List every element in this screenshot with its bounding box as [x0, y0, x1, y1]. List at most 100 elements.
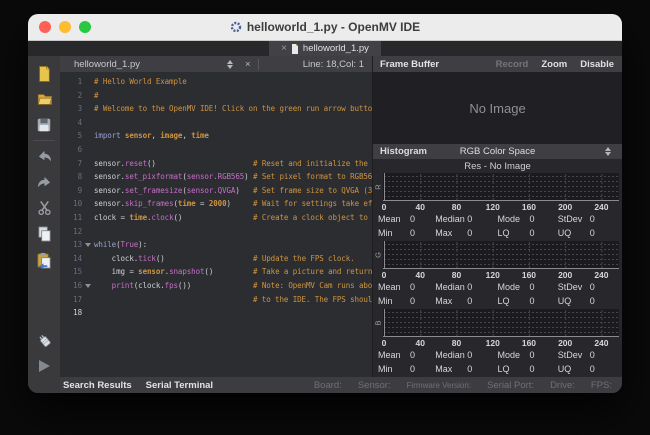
histogram-plot-R: R: [373, 173, 622, 202]
status-tab-search-results[interactable]: Search Results: [63, 380, 132, 391]
fold-gutter: [82, 265, 94, 279]
stat-mode: Mode0: [498, 214, 558, 224]
tab-helloworld[interactable]: × helloworld_1.py: [269, 41, 381, 56]
status-tab-serial-terminal[interactable]: Serial Terminal: [146, 380, 213, 391]
status-bar: Search Results Serial Terminal Board:Sens…: [60, 377, 622, 393]
color-space-updown-icon[interactable]: [605, 147, 617, 156]
code-line[interactable]: 4: [60, 116, 372, 130]
fold-gutter: [82, 225, 94, 239]
code-line[interactable]: 5import sensor, image, time: [60, 129, 372, 143]
code-lines[interactable]: 1# Hello World Example2#3# Welcome to th…: [60, 72, 372, 377]
line-number: 17: [60, 293, 82, 307]
code-text: # Welcome to the OpenMV IDE! Click on th…: [94, 102, 372, 116]
code-line[interactable]: 16 print(clock.fps()) # Note: OpenMV Cam…: [60, 279, 372, 293]
stat-mode: Mode0: [498, 350, 558, 360]
code-line[interactable]: 6: [60, 143, 372, 157]
code-line[interactable]: 14 clock.tick() # Update the FPS clock.: [60, 252, 372, 266]
frame-buffer-title: Frame Buffer: [373, 59, 439, 70]
histogram-channel-B: B04080120160200240Mean0Median0Mode0StDev…: [373, 309, 622, 377]
stats-row-1: Mean0Median0Mode0StDev0: [373, 348, 622, 362]
fold-gutter: [82, 197, 94, 211]
fold-chevron-icon[interactable]: [82, 238, 94, 252]
cut-button[interactable]: [31, 195, 57, 221]
stat-mean: Mean0: [378, 350, 435, 360]
code-line[interactable]: 10sensor.skip_frames(time = 2000) # Wait…: [60, 197, 372, 211]
code-text: [94, 116, 372, 130]
fold-gutter: [82, 157, 94, 171]
zoom-window-button[interactable]: [79, 21, 91, 33]
code-line[interactable]: 13while(True):: [60, 238, 372, 252]
line-number: 16: [60, 279, 82, 293]
openmv-logo-icon: [230, 21, 242, 33]
line-number: 11: [60, 211, 82, 225]
code-line[interactable]: 18: [60, 306, 372, 320]
code-text: [94, 143, 372, 157]
histogram-channel-R: R04080120160200240Mean0Median0Mode0StDev…: [373, 173, 622, 241]
stat-lq: LQ0: [498, 228, 558, 238]
code-text: # to the IDE. The FPS should increase on…: [94, 293, 372, 307]
code-text: import sensor, image, time: [94, 129, 372, 143]
status-field-board: Board:: [314, 380, 342, 391]
code-text: clock.tick() # Update the FPS clock.: [94, 252, 372, 266]
new-file-button[interactable]: [31, 60, 57, 86]
traffic-lights: [39, 21, 91, 33]
fold-chevron-icon[interactable]: [82, 279, 94, 293]
fold-gutter: [82, 306, 94, 320]
title-bar: helloworld_1.py - OpenMV IDE: [28, 14, 622, 41]
stat-max: Max0: [435, 228, 497, 238]
line-number: 12: [60, 225, 82, 239]
save-file-button[interactable]: [31, 112, 57, 138]
code-line[interactable]: 8sensor.set_pixformat(sensor.RGB565) # S…: [60, 170, 372, 184]
code-line[interactable]: 12: [60, 225, 372, 239]
code-line[interactable]: 3# Welcome to the OpenMV IDE! Click on t…: [60, 102, 372, 116]
connect-button[interactable]: [31, 327, 57, 353]
code-line[interactable]: 15 img = sensor.snapshot() # Take a pict…: [60, 265, 372, 279]
editor-close-icon[interactable]: ×: [238, 59, 259, 70]
line-number: 10: [60, 197, 82, 211]
fold-gutter: [82, 252, 94, 266]
code-line[interactable]: 11 clock = time.clock() # Create a clock …: [60, 211, 372, 225]
status-field-fps: FPS:: [591, 380, 612, 391]
new-file-icon: [36, 65, 52, 82]
tab-label: helloworld_1.py: [303, 43, 369, 54]
code-line[interactable]: 1# Hello World Example: [60, 75, 372, 89]
code-line[interactable]: 7sensor.reset() # Reset and initialize t…: [60, 157, 372, 171]
editor-header: helloworld_1.py × Line: 18,Col: 1: [60, 56, 372, 72]
tab-close-icon[interactable]: ×: [281, 43, 287, 54]
fold-gutter: [82, 211, 94, 225]
disable-button[interactable]: Disable: [580, 59, 614, 70]
line-number: 7: [60, 157, 82, 171]
stat-mean: Mean0: [378, 282, 435, 292]
stat-lq: LQ0: [498, 364, 558, 374]
redo-button[interactable]: [31, 169, 57, 195]
status-fields: Board:Sensor:Firmware Version:Serial Por…: [314, 380, 622, 391]
code-line[interactable]: 17 # to the IDE. The FPS should increase…: [60, 293, 372, 307]
fold-gutter: [82, 129, 94, 143]
fold-gutter: [82, 75, 94, 89]
stat-mode: Mode0: [498, 282, 558, 292]
no-image-placeholder: No Image: [469, 101, 525, 116]
histogram-plot-B: B: [373, 309, 622, 338]
frame-buffer-panel: Frame Buffer RecordZoomDisable No Image …: [373, 56, 622, 377]
zoom-button[interactable]: Zoom: [541, 59, 567, 70]
copy-icon: [37, 226, 52, 242]
undo-button[interactable]: [31, 143, 57, 169]
code-text: [94, 225, 372, 239]
code-line[interactable]: 9sensor.set_framesize(sensor.QVGA) # Set…: [60, 184, 372, 198]
start-script-button[interactable]: [31, 353, 57, 379]
close-window-button[interactable]: [39, 21, 51, 33]
code-text: clock = time.clock() # Create a clock ob…: [94, 211, 372, 225]
code-line[interactable]: 2#: [60, 89, 372, 103]
open-file-combo[interactable]: helloworld_1.py: [60, 59, 222, 70]
paste-button[interactable]: [31, 247, 57, 273]
copy-button[interactable]: [31, 221, 57, 247]
open-file-button[interactable]: [31, 86, 57, 112]
line-col-indicator: Line: 18,Col: 1: [303, 59, 372, 70]
axis-ticks: 04080120160200240: [382, 270, 622, 280]
color-space-select[interactable]: RGB Color Space: [373, 146, 622, 157]
save-floppy-icon: [36, 117, 52, 133]
minimize-window-button[interactable]: [59, 21, 71, 33]
stat-uq: UQ0: [558, 296, 617, 306]
file-combo-updown-icon[interactable]: [227, 60, 233, 69]
stats-row-2: Min0Max0LQ0UQ0: [373, 294, 622, 308]
